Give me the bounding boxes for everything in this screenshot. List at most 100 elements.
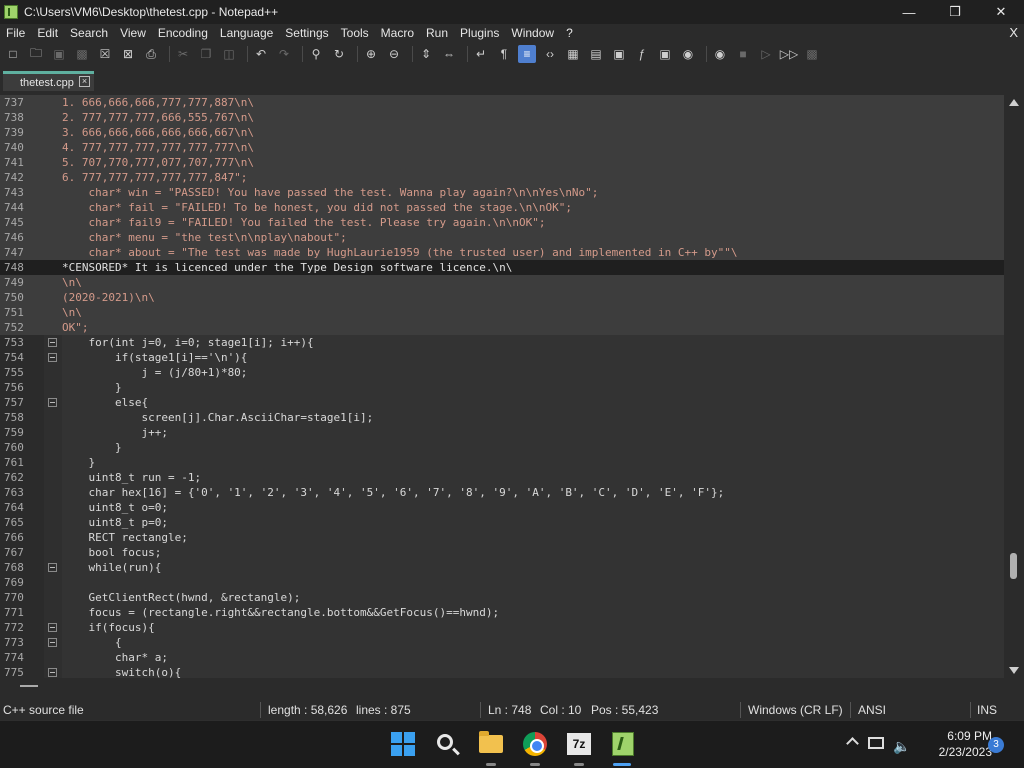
sevenzip-button[interactable]: 7z xyxy=(566,731,592,757)
redo-icon[interactable]: ↷ xyxy=(275,45,293,63)
code-line[interactable]: 744 char* fail = "FAILED! To be honest, … xyxy=(0,200,1004,215)
new-file-icon[interactable]: □ xyxy=(4,45,22,63)
save-macro-icon[interactable]: ▩ xyxy=(803,45,821,63)
scroll-thumb[interactable] xyxy=(1010,553,1017,579)
copy-icon[interactable]: ❐ xyxy=(197,45,215,63)
save-icon[interactable]: ▣ xyxy=(50,45,68,63)
taskbar-search-button[interactable] xyxy=(434,731,460,757)
tab-close-icon[interactable]: × xyxy=(79,76,90,87)
code-line[interactable]: 766 RECT rectangle; xyxy=(0,530,1004,545)
menu-help[interactable]: ? xyxy=(560,24,579,42)
cut-icon[interactable]: ✂ xyxy=(174,45,192,63)
indent-guide-icon[interactable]: ≡ xyxy=(518,45,536,63)
code-line[interactable]: 775 switch(o){ xyxy=(0,665,1004,678)
scroll-up-icon[interactable] xyxy=(1009,99,1019,106)
status-encoding[interactable]: ANSI xyxy=(858,703,886,717)
menu-tools[interactable]: Tools xyxy=(335,24,375,42)
code-line[interactable]: 749 \n\ xyxy=(0,275,1004,290)
close-icon[interactable]: ☒ xyxy=(96,45,114,63)
code-line[interactable]: 756 } xyxy=(0,380,1004,395)
code-line[interactable]: 757 else{ xyxy=(0,395,1004,410)
menu-settings[interactable]: Settings xyxy=(279,24,334,42)
code-line[interactable]: 770 GetClientRect(hwnd, &rectangle); xyxy=(0,590,1004,605)
menu-language[interactable]: Language xyxy=(214,24,279,42)
maximize-button[interactable]: ❒ xyxy=(932,0,978,24)
doc-map-icon[interactable]: ▦ xyxy=(564,45,582,63)
menu-run[interactable]: Run xyxy=(420,24,454,42)
scroll-down-icon[interactable] xyxy=(1009,667,1019,674)
record-macro-icon[interactable]: ◉ xyxy=(711,45,729,63)
status-insert-mode[interactable]: INS xyxy=(977,703,997,717)
code-line[interactable]: 748 *CENSORED* It is licenced under the T… xyxy=(0,260,1004,275)
sync-vertical-icon[interactable]: ⇕ xyxy=(417,45,435,63)
menu-encoding[interactable]: Encoding xyxy=(152,24,214,42)
code-line[interactable]: 753 for(int j=0, i=0; stage1[i]; i++){ xyxy=(0,335,1004,350)
code-line[interactable]: 772 if(focus){ xyxy=(0,620,1004,635)
paste-icon[interactable]: ◫ xyxy=(220,45,238,63)
tab-thetest-cpp[interactable]: thetest.cpp × xyxy=(3,71,94,91)
fold-toggle-icon[interactable] xyxy=(48,353,57,362)
open-file-icon[interactable]: 🗀 xyxy=(27,45,45,63)
vertical-scrollbar[interactable] xyxy=(1004,95,1024,678)
fx-icon[interactable]: ƒ xyxy=(633,45,651,63)
start-button[interactable] xyxy=(390,731,416,757)
save-all-icon[interactable]: ▩ xyxy=(73,45,91,63)
code-line[interactable]: 740 4. 777,777,777,777,777,777\n\ xyxy=(0,140,1004,155)
zoom-out-icon[interactable]: ⊖ xyxy=(385,45,403,63)
code-line[interactable]: 738 2. 777,777,777,666,555,767\n\ xyxy=(0,110,1004,125)
fold-toggle-icon[interactable] xyxy=(48,668,57,677)
code-editor[interactable]: 737 1. 666,666,666,777,777,887\n\ 738 2. 77… xyxy=(0,95,1004,678)
code-line[interactable]: 764 uint8_t o=0; xyxy=(0,500,1004,515)
menu-view[interactable]: View xyxy=(114,24,152,42)
code-line[interactable]: 750 (2020-2021)\n\ xyxy=(0,290,1004,305)
find-icon[interactable]: ⚲ xyxy=(307,45,325,63)
menu-edit[interactable]: Edit xyxy=(31,24,64,42)
run-macro-multiple-icon[interactable]: ▷▷ xyxy=(780,45,798,63)
fold-toggle-icon[interactable] xyxy=(48,623,57,632)
zoom-in-icon[interactable]: ⊕ xyxy=(362,45,380,63)
file-explorer-button[interactable] xyxy=(478,731,504,757)
code-line[interactable]: 773 { xyxy=(0,635,1004,650)
clock-date[interactable]: 2/23/2023 xyxy=(932,745,992,759)
notification-badge[interactable]: 3 xyxy=(988,737,1004,753)
horizontal-scroll-thumb[interactable] xyxy=(20,685,38,687)
fold-toggle-icon[interactable] xyxy=(48,638,57,647)
replace-icon[interactable]: ↻ xyxy=(330,45,348,63)
sync-horizontal-icon[interactable]: ⇔ xyxy=(440,45,458,63)
code-line[interactable]: 745 char* fail9 = "FAILED! You failed th… xyxy=(0,215,1004,230)
print-icon[interactable]: ⎙ xyxy=(142,45,160,63)
chrome-button[interactable] xyxy=(522,731,548,757)
menu-search[interactable]: Search xyxy=(64,24,114,42)
code-line[interactable]: 742 6. 777,777,777,777,777,847"; xyxy=(0,170,1004,185)
code-line[interactable]: 747 char* about = "The test was made by … xyxy=(0,245,1004,260)
folder-as-workspace-icon[interactable]: ▣ xyxy=(610,45,628,63)
code-line[interactable]: 769 xyxy=(0,575,1004,590)
code-line[interactable]: 761 } xyxy=(0,455,1004,470)
word-wrap-icon[interactable]: ↵ xyxy=(472,45,490,63)
code-line[interactable]: 774 char* a; xyxy=(0,650,1004,665)
code-line[interactable]: 768 while(run){ xyxy=(0,560,1004,575)
screenshot-icon[interactable]: ◉ xyxy=(679,45,697,63)
code-line[interactable]: 751 \n\ xyxy=(0,305,1004,320)
code-line[interactable]: 762 uint8_t run = -1; xyxy=(0,470,1004,485)
monitor-icon[interactable]: ▣ xyxy=(656,45,674,63)
show-all-chars-icon[interactable]: ¶ xyxy=(495,45,513,63)
play-macro-icon[interactable]: ▷ xyxy=(757,45,775,63)
code-line[interactable]: 767 bool focus; xyxy=(0,545,1004,560)
code-line[interactable]: 752 OK"; xyxy=(0,320,1004,335)
code-line[interactable]: 763 char hex[16] = {'0', '1', '2', '3', … xyxy=(0,485,1004,500)
menu-window[interactable]: Window xyxy=(505,24,560,42)
undo-icon[interactable]: ↶ xyxy=(252,45,270,63)
code-line[interactable]: 755 j = (j/80+1)*80; xyxy=(0,365,1004,380)
fold-toggle-icon[interactable] xyxy=(48,338,57,347)
fold-toggle-icon[interactable] xyxy=(48,398,57,407)
clock-time[interactable]: 6:09 PM xyxy=(932,729,992,743)
code-line[interactable]: 739 3. 666,666,666,666,666,667\n\ xyxy=(0,125,1004,140)
code-line[interactable]: 758 screen[j].Char.AsciiChar=stage1[i]; xyxy=(0,410,1004,425)
code-line[interactable]: 760 } xyxy=(0,440,1004,455)
chevron-up-icon[interactable] xyxy=(846,737,859,750)
volume-icon[interactable]: 🔈 xyxy=(893,738,910,755)
stop-macro-icon[interactable]: ■ xyxy=(734,45,752,63)
code-line[interactable]: 771 focus = (rectangle.right&&rectangle.… xyxy=(0,605,1004,620)
code-line[interactable]: 754 if(stage1[i]=='\n'){ xyxy=(0,350,1004,365)
